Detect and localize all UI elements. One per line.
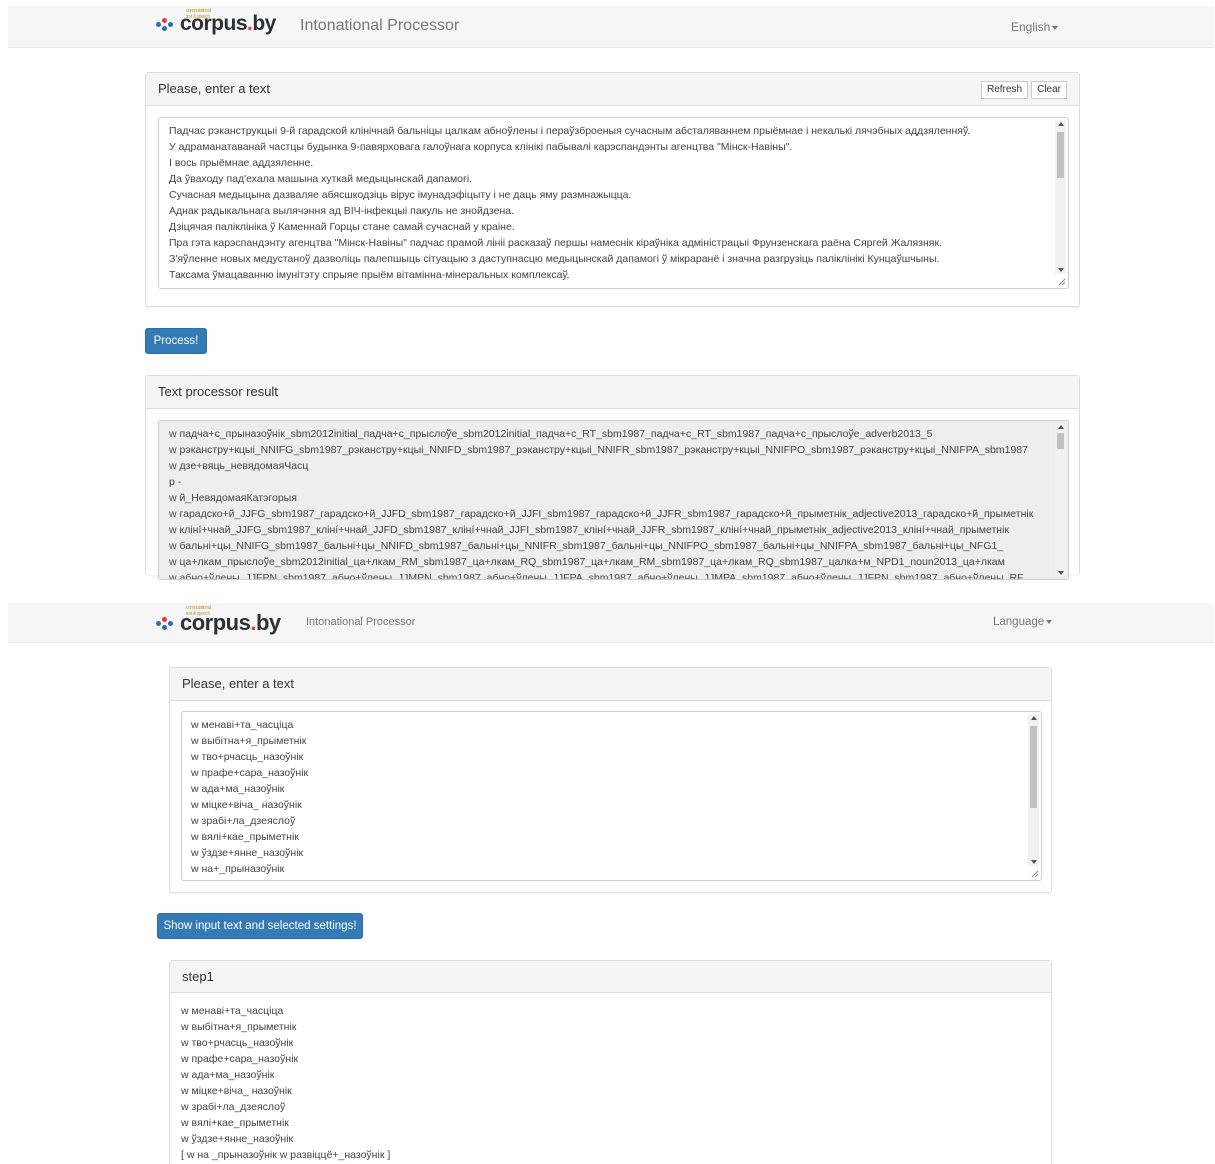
input-text-line: Пра гэта карэспандэнту агенцтва "Мінск-Н… [169, 237, 942, 249]
input-textarea[interactable]: w менаві+та_часціцаw выбітна+я_прыметнік… [181, 711, 1042, 881]
logo-tld: by [255, 610, 281, 635]
caret-down-icon [1046, 619, 1053, 624]
app-title[interactable]: Intonational Processor [306, 616, 415, 628]
logo-tld: by [252, 12, 276, 35]
input-text-line: Да ўваходу пад'ехала машына хуткай медыц… [169, 173, 473, 185]
input-text-line: w прафе+сара_назоўнік [191, 767, 309, 779]
input-text-line: w выбітна+я_прыметнік [191, 735, 307, 747]
step-output-line: w ада+ма_назоўнік [181, 1069, 275, 1081]
app-title[interactable]: Intonational Processor [300, 17, 459, 35]
step-output-line: w менаві+та_часціца [181, 1005, 284, 1017]
result-panel: Text processor result w падча+с_прыназоў… [145, 375, 1080, 580]
input-text-line: w развіццё+_назоўнік [191, 877, 1019, 880]
input-text-line: w вялі+кае_прыметнік [191, 831, 299, 843]
result-text-line: w рэканстру+кцыі_NNIFG_sbm1987_рэканстру… [169, 444, 1028, 456]
input-panel-title: Please, enter a text [182, 676, 295, 691]
language-dropdown[interactable]: English [1011, 20, 1059, 34]
input-panel-heading: Please, enter a text Refresh Clear [146, 73, 1079, 106]
step-output-line: w ўздзе+янне_назоўнік [181, 1133, 294, 1145]
step-output-line: w тво+рчасць_назоўнік [181, 1037, 294, 1049]
result-text-line: w бальні+цы_NNIFG_sbm1987_бальні+цы_NNIF… [169, 540, 1004, 552]
brand-logo[interactable]: computational text & speech corpus.by [156, 605, 281, 636]
top-navbar: computational text & speech corpus.by Int… [8, 6, 1214, 48]
input-text-line: У адраманатаванай частцы будынка 9-павяр… [169, 141, 793, 153]
input-textarea[interactable]: Падчас рэканструкцыі 9-й гарадской кліні… [158, 117, 1069, 289]
input-panel: Please, enter a text Refresh Clear Падча… [145, 72, 1080, 307]
step-output-line: w вялі+кае_прыметнік [181, 1117, 289, 1129]
input-panel-2: Please, enter a text w менаві+та_часціца… [169, 667, 1052, 893]
input-text-line: w зрабі+ла_дзеяслоў [191, 815, 296, 827]
brand-logo[interactable]: computational text & speech corpus.by [156, 8, 276, 36]
logo-dots-icon [156, 613, 178, 633]
input-text-line: w тво+рчасць_назоўнік [191, 751, 304, 763]
result-text-line: w ца+лкам_прыслоўе_sbm2012initial_ца+лка… [169, 556, 1005, 568]
step-output-line: w прафе+сара_назоўнік [181, 1053, 299, 1065]
input-panel-heading: Please, enter a text [170, 668, 1051, 701]
scroll-up-icon[interactable] [1058, 122, 1064, 126]
step-panel: step1 w менаві+та_часціцаw выбітна+я_пры… [169, 960, 1052, 1164]
result-text-line: w абно+ўлены_JJFPN_sbm1987_абно+ўлены_JJ… [169, 572, 1024, 580]
result-panel-heading: Text processor result [146, 376, 1079, 409]
input-scrollbar[interactable] [1028, 714, 1039, 866]
show-settings-button[interactable]: Show input text and selected settings! [157, 913, 363, 939]
input-text-line: w менаві+та_часціца [191, 719, 294, 731]
result-text-line: w дзе+вяць_невядомаяЧасц [169, 460, 309, 472]
result-text-line: w гарадско+й_JJFG_sbm1987_гарадско+й_JJF… [169, 508, 1034, 520]
input-text-line: w на+_прыназоўнік [191, 863, 285, 875]
resize-handle-icon[interactable] [1030, 869, 1039, 878]
step-output-line: w выбітна+я_прыметнік [181, 1021, 297, 1033]
step-output-line: [ w на _прыназоўнік w развіццё+_назоўнік… [181, 1149, 391, 1161]
input-text-line: w ада+ма_назоўнік [191, 783, 285, 795]
clear-button[interactable]: Clear [1031, 81, 1067, 99]
input-text-line: Аднак радыкальнага вылячэння ад ВІЧ-інфе… [169, 205, 515, 217]
step-output: w менаві+та_часціцаw выбітна+я_прыметнік… [181, 1003, 390, 1163]
step-output-line: w зрабі+ла_дзеяслоў [181, 1101, 286, 1113]
step-panel-title: step1 [182, 969, 214, 984]
scroll-down-icon[interactable] [1058, 268, 1064, 272]
language-dropdown[interactable]: Language [993, 616, 1053, 628]
input-text-line: Падчас рэканструкцыі 9-й гарадской кліні… [169, 125, 971, 137]
result-text-line: w падча+с_прыназоўнік_sbm2012initial_пад… [169, 428, 933, 440]
refresh-button[interactable]: Refresh [980, 81, 1028, 99]
result-panel-title: Text processor result [158, 384, 278, 399]
top-navbar-2: computational text & speech corpus.by Int… [8, 603, 1214, 643]
result-text-line: w й_НевядомаяКатэгорыя [169, 492, 297, 504]
scroll-up-icon[interactable] [1031, 716, 1037, 720]
step-panel-heading: step1 [170, 961, 1051, 993]
input-text-line: І вось прыёмнае аддзяленне. [169, 157, 314, 169]
step-output-line: w міцке+віча_ назоўнік [181, 1085, 292, 1097]
scroll-up-icon[interactable] [1058, 425, 1064, 429]
input-text-line: w міцке+віча_ назоўнік [191, 799, 302, 811]
input-text-line: З'яўленне новых медустаноў дазволіць пал… [169, 253, 940, 265]
resize-handle-icon[interactable] [1057, 277, 1066, 286]
logo-dots-icon [156, 14, 178, 34]
input-text-line: Таксама ўмацаванню імунітэту спрыяе прыё… [169, 269, 570, 281]
input-panel-title: Please, enter a text [158, 81, 271, 96]
input-text-line: Сучасная медыцына дазваляе абясшкодзіць … [169, 189, 632, 201]
language-label: English [1011, 20, 1051, 34]
result-textarea[interactable]: w падча+с_прыназоўнік_sbm2012initial_пад… [158, 420, 1069, 580]
input-scrollbar[interactable] [1055, 120, 1066, 274]
result-text-line: p - [169, 476, 182, 488]
input-text-line: w ўздзе+янне_назоўнік [191, 847, 304, 859]
scroll-down-icon[interactable] [1058, 571, 1064, 575]
process-button[interactable]: Process! [145, 328, 207, 354]
result-scrollbar[interactable] [1055, 423, 1066, 577]
result-text-line: w клінí+чнай_JJFG_sbm1987_клінí+чнай_JJF… [169, 524, 1010, 536]
scroll-down-icon[interactable] [1031, 860, 1037, 864]
caret-down-icon [1052, 25, 1059, 30]
input-text-line: Дзіцячая паліклініка ў Каменнай Горцы ст… [169, 221, 515, 233]
language-label: Language [993, 616, 1045, 628]
